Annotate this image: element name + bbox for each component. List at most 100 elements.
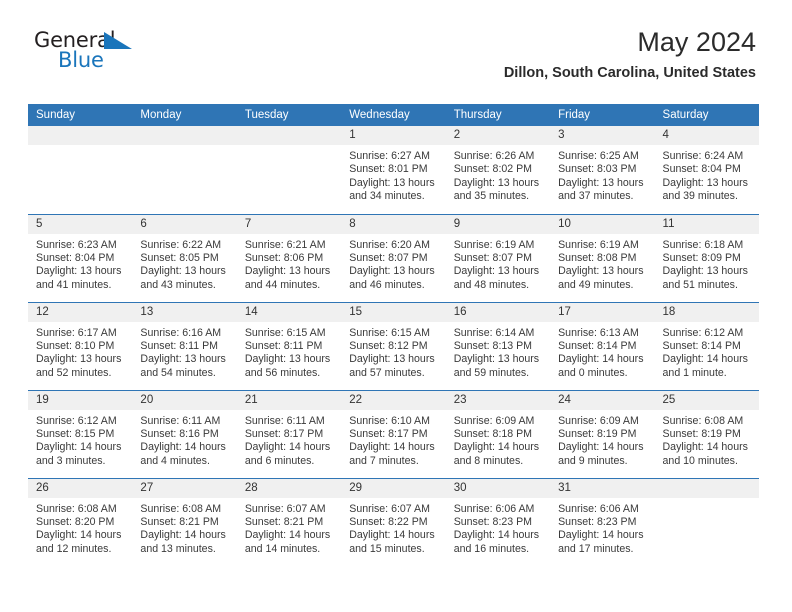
daylight-text-line1: Daylight: 13 hours [662,176,748,189]
daylight-text-line1: Daylight: 13 hours [36,353,122,366]
day-details: Sunrise: 6:21 AM Sunset: 8:06 PM Daylight:… [237,234,341,293]
calendar-day-cell[interactable]: 1 Sunrise: 6:27 AM Sunset: 8:01 PM Daylight… [341,126,446,214]
daylight-text-line2: and 1 minute. [662,366,727,379]
sunset-text: Sunset: 8:11 PM [140,339,218,352]
sunrise-text: Sunrise: 6:14 AM [453,326,535,339]
sunset-text: Sunset: 8:11 PM [244,339,323,352]
calendar-day-cell[interactable]: 31 Sunrise: 6:06 AM Sunset: 8:23 PM Dayligh… [550,477,655,566]
calendar-day-cell[interactable]: 10 Sunrise: 6:19 AM Sunset: 8:08 PM Dayligh… [550,213,655,302]
day-number: 9 [445,214,551,234]
sunrise-text: Sunrise: 6:09 AM [558,414,639,427]
sunset-text: Sunset: 8:01 PM [349,163,428,176]
calendar-day-cell[interactable]: 23 Sunrise: 6:09 AM Sunset: 8:18 PM Dayligh… [445,389,551,478]
calendar-day-cell[interactable]: 21 Sunrise: 6:11 AM Sunset: 8:17 PM Dayligh… [236,389,342,478]
calendar-day-cell[interactable]: 7 Sunrise: 6:21 AM Sunset: 8:06 PM Daylight… [236,213,342,302]
daylight-text-line2: and 8 minutes. [453,454,524,467]
daylight-text-line2: and 14 minutes. [244,542,321,555]
day-number: 13 [132,302,237,322]
daylight-text-line2: and 16 minutes. [453,542,530,555]
calendar-day-cell[interactable]: 11 Sunrise: 6:18 AM Sunset: 8:09 PM Dayligh… [654,213,759,302]
calendar-day-cell[interactable]: 3 Sunrise: 6:25 AM Sunset: 8:03 PM Daylight… [550,126,655,214]
calendar-day-cell[interactable]: 25 Sunrise: 6:08 AM Sunset: 8:19 PM Dayligh… [654,389,759,478]
daylight-text-line2: and 6 minutes. [244,454,315,467]
sunset-text: Sunset: 8:19 PM [662,427,741,440]
sunrise-text: Sunrise: 6:06 AM [558,502,639,515]
calendar-day-cell[interactable]: 26 Sunrise: 6:08 AM Sunset: 8:20 PM Dayligh… [28,477,133,566]
day-details: Sunrise: 6:15 AM Sunset: 8:11 PM Daylight:… [237,322,341,381]
calendar-day-cell[interactable]: 13 Sunrise: 6:16 AM Sunset: 8:11 PM Dayligh… [132,301,237,390]
calendar-body: 1 Sunrise: 6:27 AM Sunset: 8:01 PM Daylight… [28,126,759,566]
calendar-day-cell[interactable]: 16 Sunrise: 6:14 AM Sunset: 8:13 PM Dayligh… [445,301,551,390]
sunset-text: Sunset: 8:23 PM [453,515,533,528]
sunrise-text: Sunrise: 6:10 AM [349,414,430,427]
daylight-text-line1: Daylight: 14 hours [558,353,644,366]
daylight-text-line1: Daylight: 13 hours [453,176,540,189]
day-details: Sunrise: 6:17 AM Sunset: 8:10 PM Daylight:… [28,322,132,381]
calendar-day-cell[interactable]: 12 Sunrise: 6:17 AM Sunset: 8:10 PM Dayligh… [28,301,133,390]
calendar-day-cell[interactable]: 5 Sunrise: 6:23 AM Sunset: 8:04 PM Daylight… [28,213,133,302]
calendar-day-cell[interactable]: 20 Sunrise: 6:11 AM Sunset: 8:16 PM Dayligh… [132,389,237,478]
sunrise-text: Sunrise: 6:15 AM [349,326,430,339]
sunset-text: Sunset: 8:07 PM [349,251,428,264]
sunrise-text: Sunrise: 6:19 AM [453,238,535,251]
day-details: Sunrise: 6:12 AM Sunset: 8:15 PM Daylight:… [28,410,132,469]
daylight-text-line2: and 43 minutes. [140,278,216,291]
sunset-text: Sunset: 8:17 PM [244,427,324,440]
calendar-day-cell-empty [132,126,237,214]
daylight-text-line1: Daylight: 14 hours [244,529,331,542]
calendar-day-cell[interactable]: 29 Sunrise: 6:07 AM Sunset: 8:22 PM Dayligh… [341,477,446,566]
day-number: 3 [550,126,655,145]
sunrise-text: Sunrise: 6:06 AM [453,502,535,515]
daylight-text-line1: Daylight: 14 hours [558,441,644,454]
sunset-text: Sunset: 8:21 PM [140,515,219,528]
daylight-text-line1: Daylight: 14 hours [244,441,331,454]
sunrise-text: Sunrise: 6:19 AM [558,238,639,251]
calendar-header-row: Sunday Monday Tuesday Wednesday Thursday… [28,104,759,126]
calendar-day-cell[interactable]: 18 Sunrise: 6:12 AM Sunset: 8:14 PM Dayligh… [654,301,759,390]
day-number: 10 [550,214,655,234]
logo-text-blue: Blue [58,48,104,72]
calendar-day-cell[interactable]: 4 Sunrise: 6:24 AM Sunset: 8:04 PM Daylight… [654,126,759,214]
daylight-text-line2: and 51 minutes. [662,278,738,291]
calendar-day-cell[interactable]: 19 Sunrise: 6:12 AM Sunset: 8:15 PM Dayligh… [28,389,133,478]
day-details: Sunrise: 6:06 AM Sunset: 8:23 PM Daylight:… [550,498,654,557]
page-header: General Blue May 2024 Dillon, South Caro… [0,0,792,100]
day-number: 15 [341,302,446,322]
day-number: 21 [236,390,342,410]
daylight-text-line1: Daylight: 13 hours [453,265,540,278]
day-number: 14 [236,302,342,322]
calendar-day-cell[interactable]: 27 Sunrise: 6:08 AM Sunset: 8:21 PM Dayligh… [132,477,237,566]
daylight-text-line1: Daylight: 14 hours [36,441,122,454]
calendar-day-cell[interactable]: 8 Sunrise: 6:20 AM Sunset: 8:07 PM Daylight… [341,213,446,302]
sunrise-text: Sunrise: 6:15 AM [244,326,326,339]
sunrise-text: Sunrise: 6:07 AM [244,502,326,515]
calendar-day-cell[interactable]: 30 Sunrise: 6:06 AM Sunset: 8:23 PM Dayligh… [445,477,551,566]
sunset-text: Sunset: 8:13 PM [453,339,533,352]
day-details: Sunrise: 6:08 AM Sunset: 8:21 PM Daylight:… [132,498,236,557]
calendar-day-cell[interactable]: 14 Sunrise: 6:15 AM Sunset: 8:11 PM Dayligh… [236,301,342,390]
page-subtitle: Dillon, South Carolina, United States [503,65,756,82]
daylight-text-line2: and 17 minutes. [558,542,634,555]
calendar-day-cell[interactable]: 6 Sunrise: 6:22 AM Sunset: 8:05 PM Daylight… [132,213,237,302]
daylight-text-line1: Daylight: 14 hours [36,529,122,542]
calendar-table: Sunday Monday Tuesday Wednesday Thursday… [28,104,759,566]
day-number [28,126,133,145]
day-details: Sunrise: 6:23 AM Sunset: 8:04 PM Daylight:… [28,234,132,293]
calendar-day-cell[interactable]: 22 Sunrise: 6:10 AM Sunset: 8:17 PM Dayligh… [341,389,446,478]
sunrise-text: Sunrise: 6:13 AM [558,326,639,339]
day-number: 16 [445,302,551,322]
sunrise-text: Sunrise: 6:09 AM [453,414,535,427]
calendar-day-cell[interactable]: 15 Sunrise: 6:15 AM Sunset: 8:12 PM Dayligh… [341,301,446,390]
calendar-day-cell[interactable]: 28 Sunrise: 6:07 AM Sunset: 8:21 PM Dayligh… [236,477,342,566]
daylight-text-line2: and 35 minutes. [453,190,530,203]
sunset-text: Sunset: 8:23 PM [558,515,637,528]
calendar-day-cell[interactable]: 17 Sunrise: 6:13 AM Sunset: 8:14 PM Dayligh… [550,301,655,390]
daylight-text-line1: Daylight: 13 hours [453,353,540,366]
sunrise-text: Sunrise: 6:07 AM [349,502,430,515]
daylight-text-line1: Daylight: 13 hours [244,265,331,278]
calendar-day-cell[interactable]: 24 Sunrise: 6:09 AM Sunset: 8:19 PM Dayligh… [550,389,655,478]
calendar-day-cell[interactable]: 2 Sunrise: 6:26 AM Sunset: 8:02 PM Daylight… [445,126,551,214]
day-number: 11 [654,214,759,234]
daylight-text-line2: and 54 minutes. [140,366,216,379]
calendar-day-cell[interactable]: 9 Sunrise: 6:19 AM Sunset: 8:07 PM Daylight… [445,213,551,302]
